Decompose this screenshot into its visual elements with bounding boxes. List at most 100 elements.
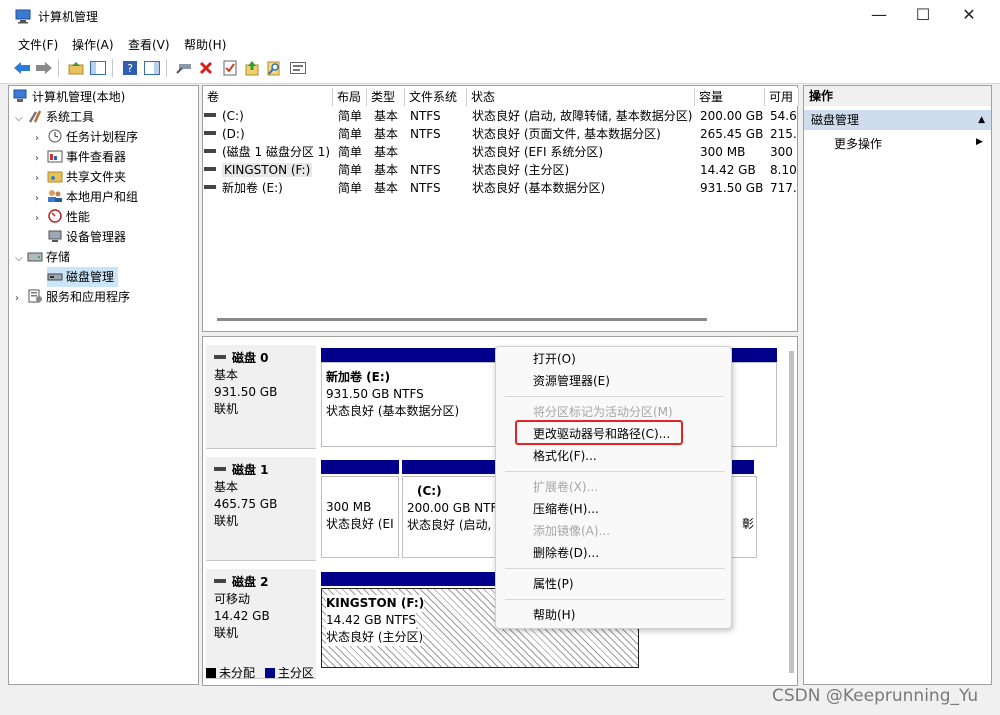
volume-row[interactable]: KINGSTON (F:) 简单 基本 NTFS 状态良好 (主分区) 14.42 GB 8… — [204, 161, 798, 179]
volume-row[interactable]: (磁盘 1 磁盘分区 1) 简单 基本 状态良好 (EFI 系统分区) 300 MB 30… — [204, 143, 798, 161]
volume-cell-capacity: 14.42 GB — [700, 163, 756, 177]
tree-item-storage[interactable]: ⌵ 存储 — [15, 247, 70, 267]
chevron-right-icon[interactable]: › — [15, 289, 27, 309]
tree-item-disk-management[interactable]: 磁盘管理 — [47, 267, 119, 287]
chevron-right-icon[interactable]: › — [35, 129, 47, 149]
volume-cell-type: 基本 — [374, 163, 399, 177]
view-icon[interactable] — [288, 58, 308, 78]
volume-cell-status: 状态良好 (基本数据分区) — [472, 181, 606, 195]
ctx-delete[interactable]: 删除卷(D)... — [533, 545, 599, 561]
ctx-help[interactable]: 帮助(H) — [533, 607, 575, 623]
tree-item-event-viewer[interactable]: › 事件查看器 — [35, 147, 126, 167]
chevron-down-icon[interactable]: ⌵ — [15, 109, 27, 129]
tree-item-performance[interactable]: › 性能 — [35, 207, 90, 227]
menu-action[interactable]: 操作(A) — [72, 36, 114, 53]
column-header-free[interactable]: 可用 — [765, 88, 799, 106]
back-icon[interactable] — [12, 58, 32, 78]
column-header-filesystem[interactable]: 文件系统 — [405, 88, 467, 106]
volume-cell-free: 54.6 — [770, 109, 797, 123]
export-icon[interactable] — [242, 58, 262, 78]
up-folder-icon[interactable] — [66, 58, 86, 78]
horizontal-scrollbar[interactable] — [217, 318, 707, 321]
shared-folder-icon — [47, 169, 63, 183]
tree-label: 服务和应用程序 — [46, 290, 131, 304]
column-header-capacity[interactable]: 容量 — [695, 88, 765, 106]
tree-item-device-manager[interactable]: 设备管理器 — [47, 227, 126, 247]
tree-item-root[interactable]: 计算机管理(本地) — [13, 87, 125, 107]
menu-file[interactable]: 文件(F) — [18, 36, 58, 53]
chevron-down-icon[interactable]: ⌵ — [15, 249, 27, 269]
computer-management-icon — [15, 8, 31, 24]
tree-item-shared-folders[interactable]: › 共享文件夹 — [35, 167, 126, 187]
menu-separator — [505, 599, 725, 600]
volume-cell-fs: NTFS — [410, 127, 441, 141]
connect-icon[interactable] — [174, 58, 194, 78]
volume-name: 新加卷 (E:) — [222, 181, 283, 195]
event-viewer-icon — [47, 149, 63, 163]
volume-row[interactable]: (D:) 简单 基本 NTFS 状态良好 (页面文件, 基本数据分区) 265.45 GB… — [204, 125, 798, 143]
properties-icon[interactable] — [220, 58, 240, 78]
volume-cell-status: 状态良好 (主分区) — [472, 163, 570, 177]
tree-item-task-scheduler[interactable]: › 任务计划程序 — [35, 127, 138, 147]
toolbar-separator — [58, 59, 59, 77]
ctx-open[interactable]: 打开(O) — [533, 351, 576, 367]
help-icon[interactable]: ? — [120, 58, 140, 78]
volume-cell-layout: 简单 — [338, 181, 363, 195]
show-hide-tree-icon[interactable] — [88, 58, 108, 78]
chevron-right-icon[interactable]: › — [35, 209, 47, 229]
close-button[interactable]: ✕ — [946, 0, 992, 32]
watermark: CSDN @Keeprunning_Yu — [772, 686, 979, 706]
primary-swatch — [264, 668, 275, 678]
tree-label: 计算机管理(本地) — [32, 90, 126, 104]
show-action-pane-icon[interactable] — [142, 58, 162, 78]
volume-cell-status: 状态良好 (启动, 故障转储, 基本数据分区) — [472, 109, 693, 123]
column-header-volume[interactable]: 卷 — [203, 88, 333, 106]
ctx-properties[interactable]: 属性(P) — [533, 576, 574, 592]
tree-item-services-apps[interactable]: › 服务和应用程序 — [15, 287, 130, 307]
disk-state: 联机 — [214, 626, 239, 640]
menu-help[interactable]: 帮助(H) — [184, 36, 226, 53]
legend-unallocated: 未分配 — [219, 666, 256, 680]
minimize-button[interactable]: — — [856, 0, 902, 32]
delete-icon[interactable] — [196, 58, 216, 78]
ctx-explore[interactable]: 资源管理器(E) — [533, 373, 610, 389]
ctx-shrink[interactable]: 压缩卷(H)... — [533, 501, 599, 517]
menu-separator — [505, 396, 725, 397]
column-header-status[interactable]: 状态 — [467, 88, 695, 106]
menu-view[interactable]: 查看(V) — [128, 36, 170, 53]
chevron-right-icon[interactable]: ▶ — [976, 137, 983, 147]
volume-cell-layout: 简单 — [338, 163, 363, 177]
forward-icon[interactable] — [34, 58, 54, 78]
disk-1-label[interactable]: 磁盘 1 基本 465.75 GB 联机 — [206, 457, 316, 561]
vertical-scrollbar[interactable] — [789, 351, 794, 673]
actions-section-disk-management[interactable]: 磁盘管理 ▲ — [804, 110, 991, 130]
menu-separator — [505, 568, 725, 569]
maximize-button[interactable]: ☐ — [900, 0, 946, 32]
tree-label: 设备管理器 — [66, 230, 127, 244]
ctx-format[interactable]: 格式化(F)... — [533, 448, 597, 464]
disk-0-label[interactable]: 磁盘 0 基本 931.50 GB 联机 — [206, 345, 316, 449]
tree-item-local-users[interactable]: › 本地用户和组 — [35, 187, 138, 207]
chevron-right-icon[interactable]: › — [35, 149, 47, 169]
tree-item-system-tools[interactable]: ⌵ 系统工具 — [15, 107, 94, 127]
partition-color-bar — [321, 460, 399, 474]
chevron-right-icon[interactable]: › — [35, 169, 47, 189]
search-icon[interactable] — [264, 58, 284, 78]
volume-row[interactable]: (C:) 简单 基本 NTFS 状态良好 (启动, 故障转储, 基本数据分区) 200.0… — [204, 107, 798, 125]
disk-2-label[interactable]: 磁盘 2 可移动 14.42 GB 联机 — [206, 569, 316, 679]
tree-label: 存储 — [46, 250, 71, 264]
tree-label: 系统工具 — [46, 110, 95, 124]
partition-efi[interactable]: 300 MB 状态良好 (EI — [321, 476, 399, 558]
more-actions-item[interactable]: 更多操作 — [834, 135, 882, 153]
column-header-layout[interactable]: 布局 — [333, 88, 367, 106]
tree-label: 共享文件夹 — [66, 170, 127, 184]
chevron-right-icon[interactable]: › — [35, 189, 47, 209]
partition-size: 300 MB — [326, 500, 372, 514]
column-header-type[interactable]: 类型 — [367, 88, 405, 106]
clock-icon — [47, 129, 63, 143]
computer-management-icon — [13, 89, 29, 103]
volume-row[interactable]: 新加卷 (E:) 简单 基本 NTFS 状态良好 (基本数据分区) 931.50 GB 71… — [204, 179, 798, 197]
volume-name: (磁盘 1 磁盘分区 1) — [222, 145, 331, 159]
disk-icon — [214, 579, 226, 583]
collapse-up-icon[interactable]: ▲ — [978, 110, 985, 130]
